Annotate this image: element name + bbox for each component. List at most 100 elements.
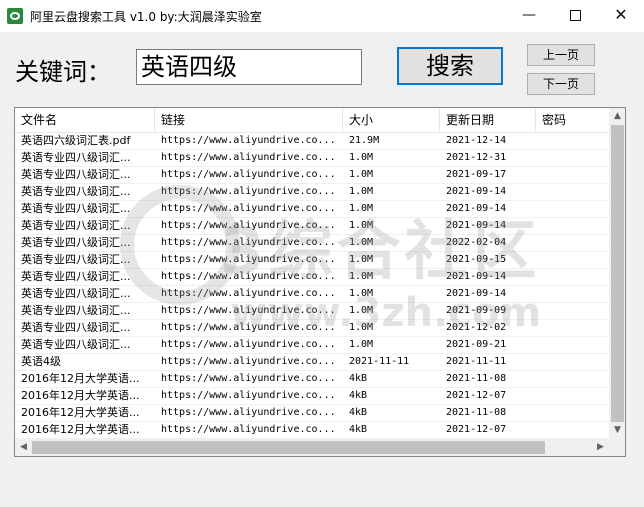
table-row[interactable]: 英语专业四八级词汇... https://www.aliyundrive.co..…	[15, 269, 611, 286]
table-row[interactable]: 英语专业四八级词汇... https://www.aliyundrive.co..…	[15, 235, 611, 252]
vertical-scroll-thumb[interactable]	[611, 125, 624, 422]
row-link: https://www.aliyundrive.co...	[161, 356, 336, 367]
row-link: https://www.aliyundrive.co...	[161, 390, 336, 401]
keyword-input[interactable]: 英语四级	[136, 49, 362, 85]
row-password	[536, 405, 611, 421]
horizontal-scroll-thumb[interactable]	[32, 441, 545, 454]
row-filename: 英语专业四八级词汇...	[21, 338, 131, 351]
table-row[interactable]: 2016年12月大学英语... https://www.aliyundrive.c…	[15, 388, 611, 405]
row-filename: 英语专业四八级词汇...	[21, 185, 131, 198]
row-size: 4kB	[349, 373, 368, 384]
table-row[interactable]: 英语专业四八级词汇... https://www.aliyundrive.co..…	[15, 150, 611, 167]
scroll-right-icon[interactable]: ▶	[592, 439, 609, 456]
row-link: https://www.aliyundrive.co...	[161, 237, 336, 248]
row-date: 2021-11-08	[446, 407, 507, 418]
table-row[interactable]: 英语专业四八级词汇... https://www.aliyundrive.co..…	[15, 201, 611, 218]
row-size: 4kB	[349, 424, 368, 435]
column-header-password[interactable]: 密码	[536, 108, 611, 132]
row-date: 2021-12-07	[446, 390, 507, 401]
row-link: https://www.aliyundrive.co...	[161, 152, 336, 163]
row-filename: 英语专业四八级词汇...	[21, 168, 131, 181]
table-header: 文件名 链接 大小 更新日期 密码	[15, 108, 611, 133]
row-date: 2021-09-14	[446, 288, 507, 299]
table-row[interactable]: 2016年12月大学英语... https://www.aliyundrive.c…	[15, 371, 611, 388]
row-date: 2021-09-09	[446, 305, 507, 316]
row-password	[536, 422, 611, 438]
row-password	[536, 303, 611, 319]
scrollbar-corner	[609, 439, 625, 456]
minimize-button[interactable]: —	[506, 0, 552, 32]
table-row[interactable]: 英语4级 https://www.aliyundrive.co... 2021-11…	[15, 354, 611, 371]
scroll-down-icon[interactable]: ▼	[609, 422, 625, 439]
row-filename: 英语专业四八级词汇...	[21, 321, 131, 334]
row-size: 1.0M	[349, 237, 374, 248]
row-password	[536, 320, 611, 336]
row-filename: 英语专业四八级词汇...	[21, 287, 131, 300]
maximize-icon	[569, 10, 581, 21]
row-date: 2022-02-04	[446, 237, 507, 248]
close-button[interactable]: ✕	[598, 0, 644, 32]
row-size: 1.0M	[349, 152, 374, 163]
row-password	[536, 235, 611, 251]
row-password	[536, 201, 611, 217]
row-size: 2021-11-11	[349, 356, 410, 367]
row-link: https://www.aliyundrive.co...	[161, 407, 336, 418]
horizontal-scrollbar[interactable]: ◀ ▶	[15, 439, 609, 456]
row-password	[536, 133, 611, 149]
vertical-scrollbar[interactable]: ▲ ▼	[609, 108, 625, 439]
row-filename: 英语专业四八级词汇...	[21, 304, 131, 317]
row-size: 1.0M	[349, 220, 374, 231]
scroll-up-icon[interactable]: ▲	[609, 108, 625, 125]
row-link: https://www.aliyundrive.co...	[161, 271, 336, 282]
window-title: 阿里云盘搜索工具 v1.0 by:大润晨泽实验室	[30, 10, 262, 24]
column-header-date[interactable]: 更新日期	[440, 108, 536, 132]
row-password	[536, 337, 611, 353]
row-date: 2021-12-07	[446, 424, 507, 435]
row-date: 2021-11-08	[446, 373, 507, 384]
column-header-filename[interactable]: 文件名	[15, 108, 155, 132]
row-date: 2021-12-31	[446, 152, 507, 163]
row-filename: 英语专业四八级词汇...	[21, 219, 131, 232]
column-header-size[interactable]: 大小	[343, 108, 440, 132]
table-row[interactable]: 英语专业四八级词汇... https://www.aliyundrive.co..…	[15, 286, 611, 303]
row-size: 1.0M	[349, 288, 374, 299]
next-page-button[interactable]: 下一页	[527, 73, 595, 95]
row-size: 1.0M	[349, 339, 374, 350]
row-filename: 2016年12月大学英语...	[21, 423, 140, 436]
table-row[interactable]: 2016年12月大学英语... https://www.aliyundrive.c…	[15, 422, 611, 439]
row-link: https://www.aliyundrive.co...	[161, 305, 336, 316]
row-link: https://www.aliyundrive.co...	[161, 424, 336, 435]
row-link: https://www.aliyundrive.co...	[161, 339, 336, 350]
maximize-button[interactable]	[552, 0, 598, 32]
row-password	[536, 218, 611, 234]
table-row[interactable]: 英语专业四八级词汇... https://www.aliyundrive.co..…	[15, 167, 611, 184]
row-size: 1.0M	[349, 254, 374, 265]
table-row[interactable]: 2016年12月大学英语... https://www.aliyundrive.c…	[15, 405, 611, 422]
row-filename: 英语四六级词汇表.pdf	[21, 134, 131, 147]
row-date: 2021-12-02	[446, 322, 507, 333]
table-row[interactable]: 英语专业四八级词汇... https://www.aliyundrive.co..…	[15, 320, 611, 337]
table-row[interactable]: 英语专业四八级词汇... https://www.aliyundrive.co..…	[15, 337, 611, 354]
search-button[interactable]: 搜索	[397, 47, 503, 85]
column-header-link[interactable]: 链接	[155, 108, 343, 132]
row-link: https://www.aliyundrive.co...	[161, 288, 336, 299]
row-filename: 英语专业四八级词汇...	[21, 236, 131, 249]
row-date: 2021-11-11	[446, 356, 507, 367]
row-filename: 英语4级	[21, 355, 61, 368]
table-row[interactable]: 英语四六级词汇表.pdf https://www.aliyundrive.co..…	[15, 133, 611, 150]
row-password	[536, 150, 611, 166]
row-date: 2021-09-21	[446, 339, 507, 350]
row-size: 4kB	[349, 390, 368, 401]
table-row[interactable]: 英语专业四八级词汇... https://www.aliyundrive.co..…	[15, 218, 611, 235]
table-row[interactable]: 英语专业四八级词汇... https://www.aliyundrive.co..…	[15, 184, 611, 201]
table-row[interactable]: 英语专业四八级词汇... https://www.aliyundrive.co..…	[15, 252, 611, 269]
table-body: 英语四六级词汇表.pdf https://www.aliyundrive.co..…	[15, 133, 611, 456]
prev-page-button[interactable]: 上一页	[527, 44, 595, 66]
table-row[interactable]: 英语专业四八级词汇... https://www.aliyundrive.co..…	[15, 303, 611, 320]
row-link: https://www.aliyundrive.co...	[161, 203, 336, 214]
results-list[interactable]: 文件名 链接 大小 更新日期 密码 英语四六级词汇表.pdf https://ww…	[14, 107, 626, 457]
row-filename: 英语专业四八级词汇...	[21, 270, 131, 283]
row-link: https://www.aliyundrive.co...	[161, 373, 336, 384]
row-password	[536, 354, 611, 370]
scroll-left-icon[interactable]: ◀	[15, 439, 32, 456]
